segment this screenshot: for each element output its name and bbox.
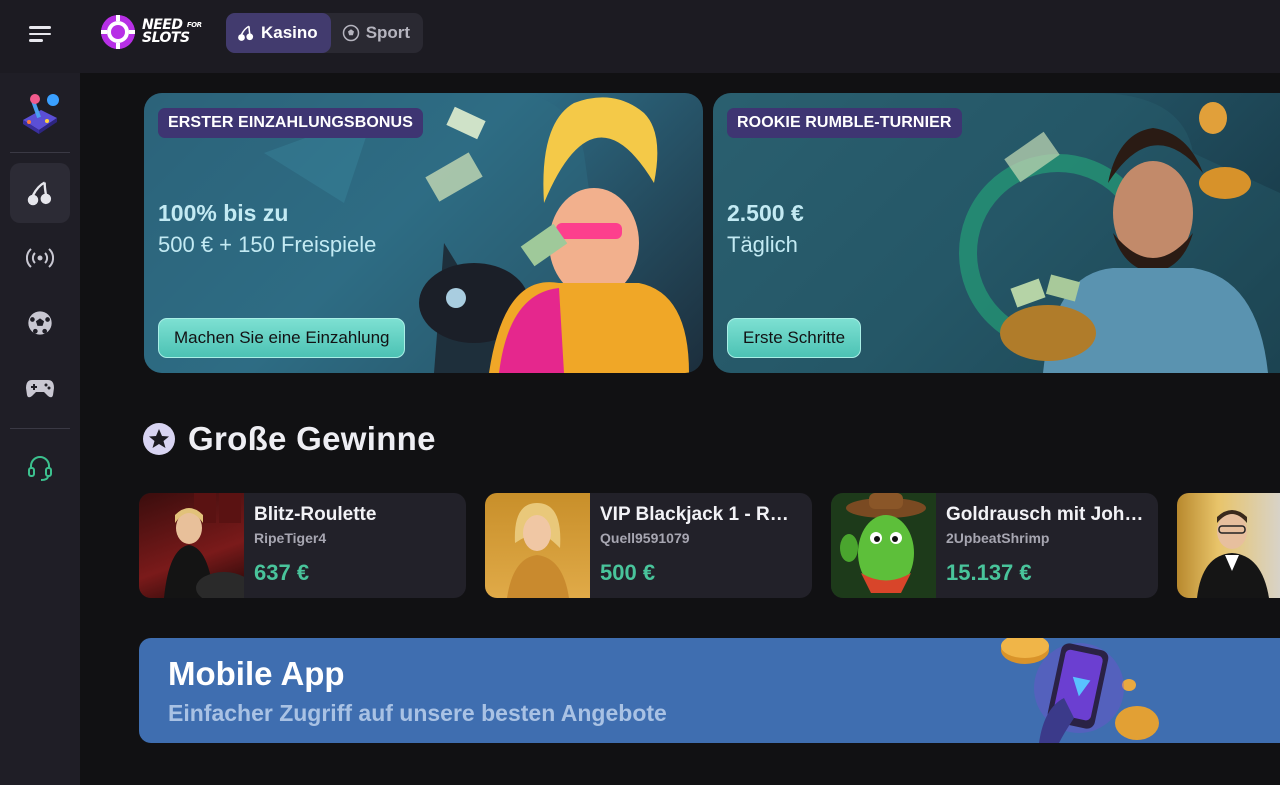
get-started-button[interactable]: Erste Schritte bbox=[727, 318, 862, 358]
sidebar bbox=[0, 73, 80, 785]
win-username: Quell9591079 bbox=[600, 530, 690, 546]
dealer-image bbox=[1197, 510, 1269, 598]
banner-headline: 2.500 € bbox=[727, 200, 804, 226]
win-amount: 15.137 € bbox=[946, 560, 1032, 585]
cherries-icon bbox=[238, 25, 254, 41]
hamburger-menu-icon[interactable] bbox=[20, 18, 60, 50]
game-thumbnail bbox=[485, 493, 590, 598]
big-wins-title: Große Gewinne bbox=[188, 420, 436, 457]
sidebar-divider bbox=[10, 428, 70, 429]
sidebar-item-promo[interactable] bbox=[10, 83, 70, 143]
headset-icon bbox=[28, 456, 52, 481]
sidebar-item-support[interactable] bbox=[10, 438, 70, 498]
cactus-cowboy-image bbox=[840, 493, 926, 593]
banner-subheadline: 500 € + 150 Freispiele bbox=[158, 232, 377, 257]
banner-tag: ERSTER EINZAHLUNGSBONUS bbox=[158, 108, 423, 138]
promo-banner-tournament[interactable]: ROOKIE RUMBLE-TURNIER 2.500 € Täglich Er… bbox=[713, 93, 1280, 373]
win-username: 2UpbeatShrimp bbox=[946, 530, 1050, 546]
cherries-icon bbox=[27, 181, 52, 206]
game-controller-illustration-icon bbox=[23, 94, 59, 134]
blackjack-dealer-image bbox=[507, 503, 569, 598]
deposit-button[interactable]: Machen Sie eine Einzahlung bbox=[158, 318, 406, 358]
soccer-ball-icon bbox=[342, 24, 359, 42]
win-amount: 637 € bbox=[254, 560, 310, 585]
big-wins-heading: Große Gewinne bbox=[142, 420, 436, 458]
win-card[interactable]: Blitz-Roulette RipeTiger4 637 € bbox=[139, 493, 466, 598]
banner-subheadline: Täglich bbox=[727, 232, 798, 257]
gamepad-icon bbox=[26, 380, 54, 398]
banner-tag: ROOKIE RUMBLE-TURNIER bbox=[727, 108, 962, 138]
win-username: RipeTiger4 bbox=[254, 530, 327, 546]
win-game-name: Blitz-Roulette bbox=[254, 504, 377, 525]
mobile-app-banner[interactable]: Mobile App Einfacher Zugriff auf unsere … bbox=[139, 638, 1280, 743]
tab-kasino-label: Kasino bbox=[261, 23, 318, 42]
promo-banner-deposit-bonus[interactable]: ERSTER EINZAHLUNGSBONUS 100% bis zu 500 … bbox=[144, 93, 703, 373]
logo-word-for: FOR bbox=[186, 21, 202, 29]
sidebar-item-esports[interactable] bbox=[10, 358, 70, 418]
sidebar-divider bbox=[10, 152, 70, 153]
sidebar-item-casino[interactable] bbox=[10, 163, 70, 223]
sidebar-item-live[interactable] bbox=[10, 228, 70, 288]
win-card[interactable]: VIP Blackjack 1 - Ruby Quell9591079 500 … bbox=[485, 493, 812, 598]
tab-sport-label: Sport bbox=[365, 23, 411, 42]
game-thumbnail bbox=[831, 493, 936, 598]
win-amount: 500 € bbox=[600, 560, 656, 585]
site-logo[interactable]: NEED FOR SLOTS bbox=[100, 14, 202, 50]
logo-word-slots: SLOTS bbox=[142, 30, 190, 46]
phone-illustration bbox=[1001, 638, 1159, 743]
star-icon bbox=[143, 423, 175, 455]
top-bar: NEED FOR SLOTS Kasino Sport bbox=[0, 0, 1280, 73]
tab-sport[interactable]: Sport bbox=[331, 13, 423, 53]
game-thumbnail bbox=[1177, 493, 1280, 598]
mobile-app-title: Mobile App bbox=[168, 655, 345, 692]
win-game-name: Goldrausch mit Johnny Cash bbox=[946, 504, 1146, 525]
win-game-name: VIP Blackjack 1 - Ruby bbox=[600, 504, 800, 525]
soccer-ball-icon bbox=[28, 311, 52, 335]
mobile-app-subtitle: Einfacher Zugriff auf unsere besten Ange… bbox=[168, 700, 667, 726]
banner-headline: 100% bis zu bbox=[158, 200, 289, 226]
roulette-dealer-image bbox=[164, 493, 244, 598]
poker-chip-icon bbox=[101, 15, 135, 49]
mode-switch: Kasino Sport bbox=[226, 13, 424, 53]
game-thumbnail bbox=[139, 493, 244, 598]
win-card[interactable] bbox=[1177, 493, 1280, 598]
win-card[interactable]: Goldrausch mit Johnny Cash 2UpbeatShrimp… bbox=[831, 493, 1158, 598]
tab-kasino[interactable]: Kasino bbox=[226, 13, 331, 53]
sidebar-item-sport[interactable] bbox=[10, 293, 70, 353]
broadcast-icon bbox=[26, 248, 54, 268]
